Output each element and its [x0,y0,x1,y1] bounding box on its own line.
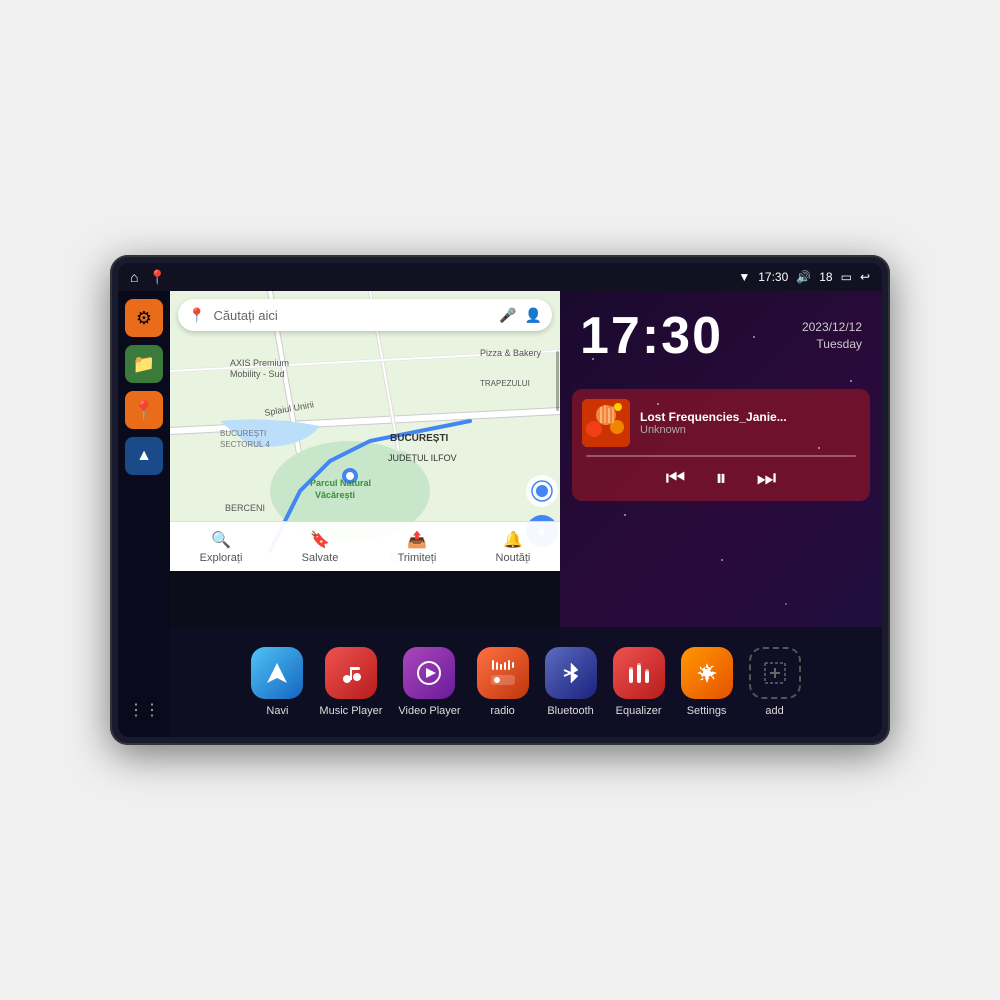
svg-text:JUDEȚUL ILFOV: JUDEȚUL ILFOV [388,453,457,463]
music-title: Lost Frequencies_Janie... [640,410,860,424]
map-saved-btn[interactable]: 🔖 Salvate [302,530,339,564]
app-add[interactable]: add [749,647,801,717]
map-icon: 📍 [133,400,155,421]
clock-day: Tuesday [816,336,862,353]
clock-date-value: 2023/12/12 [802,319,862,336]
clock-time: 17:30 [580,306,723,366]
bluetooth-icon [545,647,597,699]
svg-text:Pizza & Bakery: Pizza & Bakery [480,348,542,358]
music-details: Lost Frequencies_Janie... Unknown [640,410,860,436]
news-label: Noutăți [496,552,531,564]
app-music-player[interactable]: Music Player [319,647,382,717]
navi-icon [251,647,303,699]
map-bottom-nav: 🔍 Explorați 🔖 Salvate 📤 Trimiteți [170,521,560,571]
video-player-label: Video Player [398,705,460,717]
bluetooth-label: Bluetooth [547,705,593,717]
location-icon[interactable]: 📍 [148,269,165,286]
app-grid-area: Navi Music Player [170,627,882,737]
add-icon [749,647,801,699]
app-video-player[interactable]: Video Player [398,647,460,717]
app-settings[interactable]: Settings [681,647,733,717]
share-icon: 📤 [407,530,427,550]
app-bluetooth[interactable]: Bluetooth [545,647,597,717]
svg-text:Văcărești: Văcărești [315,490,355,500]
wifi-icon: ▼ [738,270,750,284]
share-label: Trimiteți [398,552,437,564]
music-artist: Unknown [640,424,860,436]
music-info: Lost Frequencies_Janie... Unknown [582,399,860,447]
map-search-text[interactable]: Căutați aici [213,308,491,323]
music-player-label: Music Player [319,705,382,717]
music-player[interactable]: Lost Frequencies_Janie... Unknown ⏮ ⏸ ⏭ [572,389,870,501]
account-icon[interactable]: 👤 [525,307,542,324]
status-time: 17:30 [758,270,788,284]
main-area: ⚙ 📁 📍 ▲ ⋮⋮ [118,291,882,737]
map-explore-btn[interactable]: 🔍 Explorați [200,530,243,564]
map-search-bar[interactable]: 📍 Căutați aici 🎤 👤 [178,299,552,331]
equalizer-label: Equalizer [616,705,662,717]
svg-text:Mobility - Sud: Mobility - Sud [230,369,285,379]
app-equalizer[interactable]: Equalizer [613,647,665,717]
battery-level: 18 [819,270,832,284]
back-icon[interactable]: ↩ [860,270,870,284]
sidebar-navi-btn[interactable]: ▲ [125,437,163,475]
saved-label: Salvate [302,552,339,564]
add-label: add [765,705,783,717]
map-news-btn[interactable]: 🔔 Noutăți [496,530,531,564]
app-navi[interactable]: Navi [251,647,303,717]
svg-text:SECTORUL 4: SECTORUL 4 [220,440,270,449]
settings-icon: ⚙ [136,308,152,329]
svg-text:BUCUREȘTI: BUCUREȘTI [220,429,266,438]
sidebar: ⚙ 📁 📍 ▲ ⋮⋮ [118,291,170,737]
status-bar: ⌂ 📍 ▼ 17:30 🔊 18 ▭ ↩ [118,263,882,291]
sidebar-settings-btn[interactable]: ⚙ [125,299,163,337]
prev-track-btn[interactable]: ⏮ [666,465,686,491]
progress-bar[interactable] [586,455,856,457]
files-icon: 📁 [133,354,155,375]
status-bar-left: ⌂ 📍 [130,269,166,286]
sidebar-files-btn[interactable]: 📁 [125,345,163,383]
mic-icon[interactable]: 🎤 [499,307,516,324]
center-content: AXIS Premium Mobility - Sud Pizza & Bake… [170,291,882,737]
map-container[interactable]: AXIS Premium Mobility - Sud Pizza & Bake… [170,291,560,571]
play-pause-btn[interactable]: ⏸ [715,465,726,491]
volume-icon: 🔊 [796,270,811,284]
clock-section: 17:30 2023/12/12 Tuesday [560,291,882,381]
equalizer-icon [613,647,665,699]
device-body: ⌂ 📍 ▼ 17:30 🔊 18 ▭ ↩ ⚙ 📁 [110,255,890,745]
clock-date: 2023/12/12 Tuesday [802,319,862,353]
svg-text:BERCENI: BERCENI [225,503,265,513]
album-art [582,399,630,447]
app-grid: Navi Music Player [251,647,800,717]
home-icon[interactable]: ⌂ [130,269,138,285]
next-track-btn[interactable]: ⏭ [757,465,777,491]
settings-label: Settings [687,705,727,717]
music-player-icon [325,647,377,699]
navigation-icon: ▲ [136,447,152,465]
radio-icon [477,647,529,699]
status-bar-right: ▼ 17:30 🔊 18 ▭ ↩ [738,270,870,284]
grid-icon: ⋮⋮ [128,700,160,720]
navi-label: Navi [266,705,288,717]
radio-label: radio [490,705,514,717]
app-radio[interactable]: radio [477,647,529,717]
settings-app-icon [681,647,733,699]
explore-icon: 🔍 [211,530,231,550]
svg-text:AXIS Premium: AXIS Premium [230,358,289,368]
news-icon: 🔔 [503,530,523,550]
device-screen: ⌂ 📍 ▼ 17:30 🔊 18 ▭ ↩ ⚙ 📁 [118,263,882,737]
sidebar-maps-btn[interactable]: 📍 [125,391,163,429]
explore-label: Explorați [200,552,243,564]
map-share-btn[interactable]: 📤 Trimiteți [398,530,437,564]
sidebar-grid-btn[interactable]: ⋮⋮ [125,691,163,729]
music-controls: ⏮ ⏸ ⏭ [582,465,860,491]
svg-text:Parcul Natural: Parcul Natural [310,478,371,488]
battery-icon: ▭ [841,270,852,284]
google-maps-icon: 📍 [188,307,205,324]
saved-icon: 🔖 [310,530,330,550]
svg-text:BUCUREȘTI: BUCUREȘTI [390,433,449,444]
video-player-icon [403,647,455,699]
svg-text:TRAPEZULUI: TRAPEZULUI [480,379,530,388]
